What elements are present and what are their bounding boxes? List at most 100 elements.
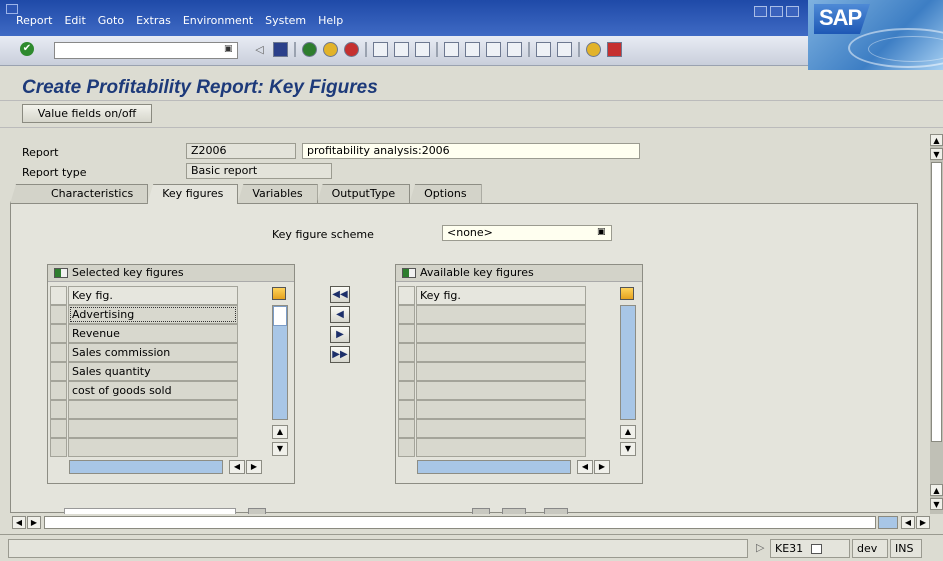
key-figure-scheme-dropdown[interactable]: <none> — [442, 225, 612, 241]
enter-icon[interactable]: ✔ — [20, 42, 34, 56]
close-icon[interactable] — [786, 6, 799, 17]
row-selector[interactable] — [398, 419, 415, 438]
table-cell-key-figure[interactable]: Sales commission — [68, 343, 238, 362]
scroll-up-icon[interactable]: ▲ — [930, 484, 943, 496]
status-system-info[interactable]: KE31 — [770, 539, 850, 558]
tab-characteristics[interactable]: Characteristics — [10, 184, 149, 204]
minimize-icon[interactable] — [754, 6, 767, 17]
row-selector[interactable] — [398, 305, 415, 324]
scroll-up-icon[interactable]: ▲ — [272, 425, 288, 439]
scroll-down-icon[interactable]: ▼ — [620, 442, 636, 456]
scroll-up-icon[interactable]: ▲ — [620, 425, 636, 439]
menu-goto[interactable]: Goto — [98, 14, 124, 27]
move-all-right-button[interactable]: ▶▶ — [330, 346, 350, 363]
scroll-down-icon[interactable]: ▼ — [930, 148, 943, 160]
scroll-left-icon[interactable]: ◀ — [901, 516, 915, 529]
row-selector[interactable] — [50, 362, 67, 381]
first-page-icon[interactable] — [444, 42, 459, 57]
scroll-right-icon[interactable]: ▶ — [27, 516, 41, 529]
scroll-right-icon[interactable]: ▶ — [916, 516, 930, 529]
last-page-icon[interactable] — [507, 42, 522, 57]
row-selector[interactable] — [50, 343, 67, 362]
row-selector[interactable] — [398, 381, 415, 400]
row-selector[interactable] — [50, 305, 67, 324]
scroll-right-icon[interactable]: ▶ — [246, 460, 262, 474]
move-right-button[interactable]: ▶ — [330, 326, 350, 343]
row-selector[interactable] — [50, 438, 67, 457]
menu-help[interactable]: Help — [318, 14, 343, 27]
available-vertical-scrollbar[interactable] — [620, 305, 636, 420]
table-cell-key-figure[interactable]: Advertising — [68, 305, 238, 324]
scroll-left-icon[interactable]: ◀ — [12, 516, 26, 529]
maximize-icon[interactable] — [770, 6, 783, 17]
row-selector[interactable] — [398, 324, 415, 343]
table-cell-key-figure[interactable] — [416, 438, 586, 457]
row-selector[interactable] — [50, 286, 67, 305]
scroll-right-icon[interactable]: ▶ — [594, 460, 610, 474]
selected-vertical-scrollbar[interactable] — [272, 305, 288, 420]
find-next-icon[interactable] — [415, 42, 430, 57]
next-page-icon[interactable] — [486, 42, 501, 57]
table-cell-key-figure[interactable] — [416, 381, 586, 400]
menu-report[interactable]: Report — [16, 14, 52, 27]
insert-mode[interactable]: INS — [890, 539, 922, 558]
previous-page-icon[interactable] — [465, 42, 480, 57]
back-icon[interactable] — [302, 42, 317, 57]
layout-menu-icon[interactable] — [607, 42, 622, 57]
scroll-down-icon[interactable]: ▼ — [930, 498, 943, 510]
tab-variables[interactable]: Variables — [237, 184, 318, 204]
move-all-left-button[interactable]: ◀◀ — [330, 286, 350, 303]
row-selector[interactable] — [398, 286, 415, 305]
move-left-button[interactable]: ◀ — [330, 306, 350, 323]
scroll-down-icon[interactable]: ▼ — [272, 442, 288, 456]
create-session-icon[interactable] — [536, 42, 551, 57]
table-cell-key-figure[interactable] — [416, 362, 586, 381]
selected-horizontal-scrollbar[interactable] — [69, 460, 223, 474]
row-selector[interactable] — [50, 419, 67, 438]
shortcut-icon[interactable] — [557, 42, 572, 57]
row-selector[interactable] — [398, 400, 415, 419]
table-cell-key-figure[interactable] — [416, 305, 586, 324]
horizontal-scroll-thumb[interactable] — [44, 516, 876, 529]
scroll-left-icon[interactable]: ◀ — [229, 460, 245, 474]
dropdown-icon[interactable]: ▣ — [597, 227, 606, 237]
row-selector[interactable] — [50, 400, 67, 419]
table-cell-key-figure[interactable]: cost of goods sold — [68, 381, 238, 400]
value-fields-toggle-button[interactable]: Value fields on/off — [22, 104, 152, 123]
column-header-key-fig[interactable]: Key fig. — [68, 286, 238, 305]
command-dropdown-icon[interactable]: ▣ — [224, 44, 234, 56]
scroll-thumb[interactable] — [273, 306, 287, 326]
screen-scroll-thumb[interactable] — [931, 162, 942, 442]
scroll-left-icon[interactable]: ◀ — [577, 460, 593, 474]
menu-environment[interactable]: Environment — [183, 14, 253, 27]
back-arrow-icon[interactable]: ◁ — [252, 42, 267, 57]
report-description-field[interactable]: profitability analysis:2006 — [302, 143, 640, 159]
status-expand-icon[interactable]: ▷ — [752, 539, 770, 558]
table-cell-key-figure[interactable] — [68, 400, 238, 419]
table-cell-key-figure[interactable]: Revenue — [68, 324, 238, 343]
table-cell-key-figure[interactable] — [416, 400, 586, 419]
menu-system[interactable]: System — [265, 14, 306, 27]
table-cell-key-figure[interactable] — [416, 343, 586, 362]
save-icon[interactable] — [273, 42, 288, 57]
column-settings-icon[interactable] — [620, 287, 634, 300]
tab-key-figures[interactable]: Key figures — [147, 184, 239, 204]
table-cell-key-figure[interactable] — [416, 419, 586, 438]
column-header-key-fig[interactable]: Key fig. — [416, 286, 586, 305]
exit-icon[interactable] — [323, 42, 338, 57]
command-field[interactable] — [54, 42, 238, 59]
row-selector[interactable] — [398, 362, 415, 381]
tab-options[interactable]: Options — [409, 184, 482, 204]
table-cell-key-figure[interactable] — [416, 324, 586, 343]
help-icon[interactable] — [586, 42, 601, 57]
print-icon[interactable] — [373, 42, 388, 57]
table-cell-key-figure[interactable]: Sales quantity — [68, 362, 238, 381]
row-selector[interactable] — [50, 324, 67, 343]
cancel-icon[interactable] — [344, 42, 359, 57]
row-selector[interactable] — [398, 438, 415, 457]
row-selector[interactable] — [398, 343, 415, 362]
table-cell-key-figure[interactable] — [68, 419, 238, 438]
scroll-up-icon[interactable]: ▲ — [930, 134, 943, 146]
tab-output-type[interactable]: OutputType — [316, 184, 411, 204]
menu-extras[interactable]: Extras — [136, 14, 171, 27]
